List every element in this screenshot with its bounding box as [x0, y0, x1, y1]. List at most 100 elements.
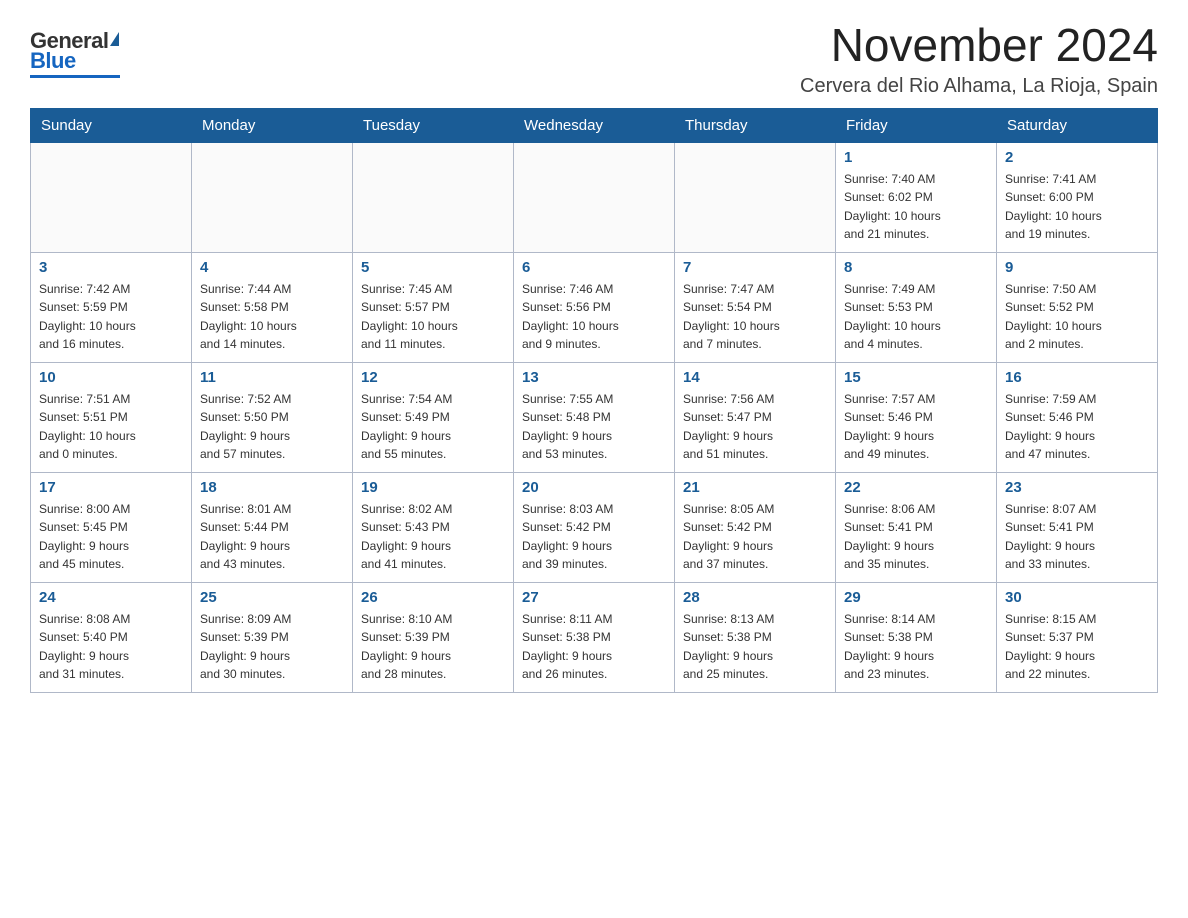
day-number: 28 [683, 589, 827, 606]
day-info: Sunrise: 8:10 AM Sunset: 5:39 PM Dayligh… [361, 610, 505, 684]
month-title: November 2024 [800, 20, 1158, 71]
calendar-cell: 17Sunrise: 8:00 AM Sunset: 5:45 PM Dayli… [31, 472, 192, 582]
day-header-sunday: Sunday [31, 108, 192, 142]
day-header-tuesday: Tuesday [353, 108, 514, 142]
day-info: Sunrise: 7:54 AM Sunset: 5:49 PM Dayligh… [361, 390, 505, 464]
day-number: 7 [683, 259, 827, 276]
day-info: Sunrise: 7:40 AM Sunset: 6:02 PM Dayligh… [844, 170, 988, 244]
calendar-table: SundayMondayTuesdayWednesdayThursdayFrid… [30, 108, 1158, 693]
day-number: 6 [522, 259, 666, 276]
calendar-cell: 14Sunrise: 7:56 AM Sunset: 5:47 PM Dayli… [675, 362, 836, 472]
day-header-friday: Friday [836, 108, 997, 142]
day-number: 15 [844, 369, 988, 386]
calendar-week-3: 10 Sunrise: 7:51 AM Sunset: 5:51 PM Dayli… [31, 362, 1158, 472]
day-info: Sunrise: 7:49 AM Sunset: 5:53 PM Dayligh… [844, 280, 988, 354]
day-number: 8 [844, 259, 988, 276]
day-number: 26 [361, 589, 505, 606]
day-info: Sunrise: 8:14 AM Sunset: 5:38 PM Dayligh… [844, 610, 988, 684]
day-header-thursday: Thursday [675, 108, 836, 142]
day-number: 1 [844, 149, 988, 166]
calendar-week-4: 17Sunrise: 8:00 AM Sunset: 5:45 PM Dayli… [31, 472, 1158, 582]
title-area: November 2024 Cervera del Rio Alhama, La… [800, 20, 1158, 98]
calendar-week-5: 24 Sunrise: 8:08 AM Sunset: 5:40 PM Dayli… [31, 582, 1158, 692]
day-info: Sunrise: 7:47 AM Sunset: 5:54 PM Dayligh… [683, 280, 827, 354]
calendar-cell: 9 Sunrise: 7:50 AM Sunset: 5:52 PM Daylig… [997, 252, 1158, 362]
calendar-cell: 1 Sunrise: 7:40 AM Sunset: 6:02 PM Daylig… [836, 142, 997, 252]
calendar-cell: 26 Sunrise: 8:10 AM Sunset: 5:39 PM Dayli… [353, 582, 514, 692]
day-header-saturday: Saturday [997, 108, 1158, 142]
day-number: 10 [39, 369, 183, 386]
day-info: Sunrise: 7:59 AM Sunset: 5:46 PM Dayligh… [1005, 390, 1149, 464]
day-header-row: SundayMondayTuesdayWednesdayThursdayFrid… [31, 108, 1158, 142]
day-number: 3 [39, 259, 183, 276]
calendar-cell: 12 Sunrise: 7:54 AM Sunset: 5:49 PM Dayli… [353, 362, 514, 472]
calendar-cell: 4 Sunrise: 7:44 AM Sunset: 5:58 PM Daylig… [192, 252, 353, 362]
calendar-cell: 16 Sunrise: 7:59 AM Sunset: 5:46 PM Dayli… [997, 362, 1158, 472]
day-info: Sunrise: 8:08 AM Sunset: 5:40 PM Dayligh… [39, 610, 183, 684]
day-info: Sunrise: 7:50 AM Sunset: 5:52 PM Dayligh… [1005, 280, 1149, 354]
day-number: 5 [361, 259, 505, 276]
day-info: Sunrise: 7:41 AM Sunset: 6:00 PM Dayligh… [1005, 170, 1149, 244]
calendar-cell: 22 Sunrise: 8:06 AM Sunset: 5:41 PM Dayli… [836, 472, 997, 582]
day-info: Sunrise: 8:05 AM Sunset: 5:42 PM Dayligh… [683, 500, 827, 574]
calendar-cell: 19 Sunrise: 8:02 AM Sunset: 5:43 PM Dayli… [353, 472, 514, 582]
day-number: 24 [39, 589, 183, 606]
day-info: Sunrise: 8:09 AM Sunset: 5:39 PM Dayligh… [200, 610, 344, 684]
calendar-week-1: 1 Sunrise: 7:40 AM Sunset: 6:02 PM Daylig… [31, 142, 1158, 252]
calendar-cell: 10 Sunrise: 7:51 AM Sunset: 5:51 PM Dayli… [31, 362, 192, 472]
calendar-cell: 5 Sunrise: 7:45 AM Sunset: 5:57 PM Daylig… [353, 252, 514, 362]
day-number: 2 [1005, 149, 1149, 166]
day-number: 12 [361, 369, 505, 386]
calendar-cell: 29 Sunrise: 8:14 AM Sunset: 5:38 PM Dayli… [836, 582, 997, 692]
day-info: Sunrise: 7:56 AM Sunset: 5:47 PM Dayligh… [683, 390, 827, 464]
day-info: Sunrise: 8:07 AM Sunset: 5:41 PM Dayligh… [1005, 500, 1149, 574]
day-info: Sunrise: 8:15 AM Sunset: 5:37 PM Dayligh… [1005, 610, 1149, 684]
day-number: 23 [1005, 479, 1149, 496]
day-info: Sunrise: 8:01 AM Sunset: 5:44 PM Dayligh… [200, 500, 344, 574]
day-header-monday: Monday [192, 108, 353, 142]
day-info: Sunrise: 8:06 AM Sunset: 5:41 PM Dayligh… [844, 500, 988, 574]
calendar-cell: 13Sunrise: 7:55 AM Sunset: 5:48 PM Dayli… [514, 362, 675, 472]
calendar-cell: 25Sunrise: 8:09 AM Sunset: 5:39 PM Dayli… [192, 582, 353, 692]
day-number: 9 [1005, 259, 1149, 276]
day-number: 20 [522, 479, 666, 496]
page-header: General Blue November 2024 Cervera del R… [30, 20, 1158, 98]
day-number: 22 [844, 479, 988, 496]
calendar-cell [353, 142, 514, 252]
day-info: Sunrise: 8:13 AM Sunset: 5:38 PM Dayligh… [683, 610, 827, 684]
logo-blue-text: Blue [30, 50, 76, 72]
calendar-cell: 11 Sunrise: 7:52 AM Sunset: 5:50 PM Dayli… [192, 362, 353, 472]
day-number: 30 [1005, 589, 1149, 606]
calendar-cell: 2 Sunrise: 7:41 AM Sunset: 6:00 PM Daylig… [997, 142, 1158, 252]
day-number: 21 [683, 479, 827, 496]
calendar-cell: 7 Sunrise: 7:47 AM Sunset: 5:54 PM Daylig… [675, 252, 836, 362]
day-number: 27 [522, 589, 666, 606]
location-text: Cervera del Rio Alhama, La Rioja, Spain [800, 75, 1158, 98]
day-info: Sunrise: 7:57 AM Sunset: 5:46 PM Dayligh… [844, 390, 988, 464]
calendar-cell: 23 Sunrise: 8:07 AM Sunset: 5:41 PM Dayli… [997, 472, 1158, 582]
calendar-cell: 24 Sunrise: 8:08 AM Sunset: 5:40 PM Dayli… [31, 582, 192, 692]
day-header-wednesday: Wednesday [514, 108, 675, 142]
day-number: 11 [200, 369, 344, 386]
day-number: 29 [844, 589, 988, 606]
logo-underline [30, 75, 120, 78]
day-info: Sunrise: 7:44 AM Sunset: 5:58 PM Dayligh… [200, 280, 344, 354]
day-number: 17 [39, 479, 183, 496]
calendar-cell: 20 Sunrise: 8:03 AM Sunset: 5:42 PM Dayli… [514, 472, 675, 582]
day-info: Sunrise: 7:52 AM Sunset: 5:50 PM Dayligh… [200, 390, 344, 464]
calendar-body: 1 Sunrise: 7:40 AM Sunset: 6:02 PM Daylig… [31, 142, 1158, 692]
day-info: Sunrise: 7:45 AM Sunset: 5:57 PM Dayligh… [361, 280, 505, 354]
calendar-header: SundayMondayTuesdayWednesdayThursdayFrid… [31, 108, 1158, 142]
day-info: Sunrise: 8:03 AM Sunset: 5:42 PM Dayligh… [522, 500, 666, 574]
day-info: Sunrise: 7:46 AM Sunset: 5:56 PM Dayligh… [522, 280, 666, 354]
day-number: 19 [361, 479, 505, 496]
day-info: Sunrise: 7:51 AM Sunset: 5:51 PM Dayligh… [39, 390, 183, 464]
calendar-cell: 27Sunrise: 8:11 AM Sunset: 5:38 PM Dayli… [514, 582, 675, 692]
calendar-cell [675, 142, 836, 252]
day-number: 16 [1005, 369, 1149, 386]
day-info: Sunrise: 8:02 AM Sunset: 5:43 PM Dayligh… [361, 500, 505, 574]
day-info: Sunrise: 7:42 AM Sunset: 5:59 PM Dayligh… [39, 280, 183, 354]
calendar-cell: 8 Sunrise: 7:49 AM Sunset: 5:53 PM Daylig… [836, 252, 997, 362]
calendar-cell: 18Sunrise: 8:01 AM Sunset: 5:44 PM Dayli… [192, 472, 353, 582]
day-number: 4 [200, 259, 344, 276]
